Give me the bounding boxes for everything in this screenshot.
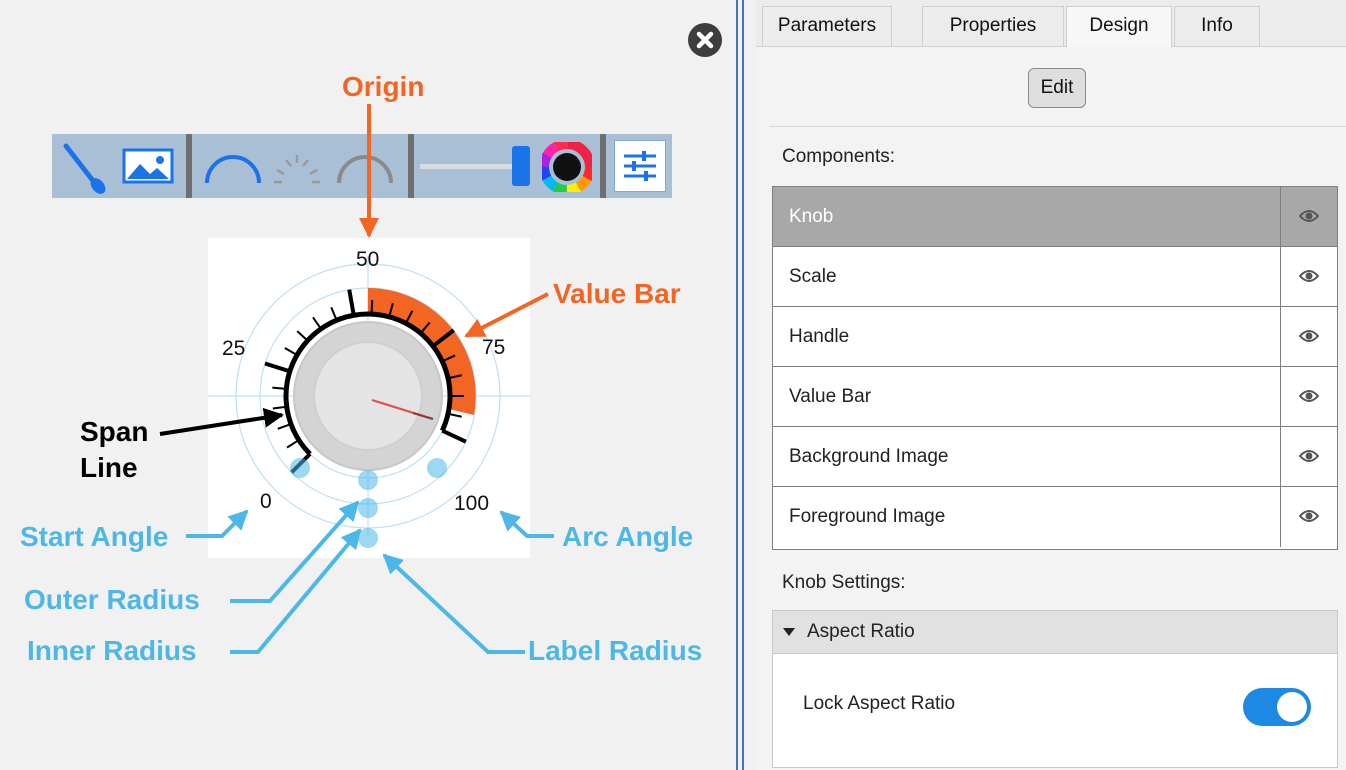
component-name: Value Bar <box>789 386 872 407</box>
callout-value-bar: Value Bar <box>553 278 681 309</box>
eye-icon <box>1299 270 1319 282</box>
component-row-background-image[interactable]: Background Image <box>773 427 1337 487</box>
component-row-knob[interactable]: Knob <box>773 187 1337 247</box>
visibility-toggle[interactable] <box>1281 187 1337 247</box>
aspect-ratio-section: Aspect Ratio Lock Aspect Ratio <box>772 610 1338 768</box>
toggle-knob <box>1277 692 1307 722</box>
knob-editor-canvas: 50 25 75 0 100 Origin Value Bar Span Lin… <box>0 0 736 770</box>
visibility-toggle[interactable] <box>1281 427 1337 487</box>
component-name: Background Image <box>789 446 949 467</box>
eye-icon <box>1299 330 1319 342</box>
component-name: Foreground Image <box>789 506 946 527</box>
aspect-ratio-header[interactable]: Aspect Ratio <box>773 611 1337 654</box>
callout-arc-angle: Arc Angle <box>562 521 693 552</box>
component-row-foreground-image[interactable]: Foreground Image <box>773 487 1337 547</box>
tab-parameters[interactable]: Parameters <box>762 6 892 46</box>
divider <box>770 126 1346 127</box>
callout-outer-radius: Outer Radius <box>24 584 200 615</box>
callout-inner-radius: Inner Radius <box>27 635 197 666</box>
caret-down-icon <box>783 628 795 636</box>
eye-icon <box>1299 450 1319 462</box>
design-panel: Parameters Properties Design Info Edit C… <box>756 0 1346 770</box>
tab-bar: Parameters Properties Design Info <box>756 0 1346 47</box>
lock-aspect-ratio-toggle[interactable] <box>1243 688 1311 726</box>
callout-span-line-2: Line <box>80 452 138 483</box>
eye-icon <box>1299 390 1319 402</box>
visibility-toggle[interactable] <box>1281 247 1337 307</box>
edit-button[interactable]: Edit <box>1028 68 1086 108</box>
component-row-handle[interactable]: Handle <box>773 307 1337 367</box>
component-name: Scale <box>789 266 837 287</box>
tab-design[interactable]: Design <box>1066 6 1172 47</box>
component-name: Knob <box>789 206 834 227</box>
callout-label-radius: Label Radius <box>528 635 702 666</box>
knob-callouts: Origin Value Bar Span Line Start Angle A… <box>20 71 702 666</box>
components-table: Knob Scale Handle Value Bar Background I… <box>772 186 1338 550</box>
aspect-ratio-title: Aspect Ratio <box>807 621 915 642</box>
callout-origin: Origin <box>342 71 424 102</box>
knob-settings-label: Knob Settings: <box>782 572 906 593</box>
lock-aspect-ratio-label: Lock Aspect Ratio <box>803 693 956 714</box>
tab-info[interactable]: Info <box>1174 6 1260 46</box>
eye-icon <box>1299 510 1319 522</box>
component-name: Handle <box>789 326 850 347</box>
visibility-toggle[interactable] <box>1281 307 1337 367</box>
components-label: Components: <box>782 146 896 167</box>
visibility-toggle[interactable] <box>1281 487 1337 547</box>
component-row-scale[interactable]: Scale <box>773 247 1337 307</box>
eye-icon <box>1299 210 1319 222</box>
visibility-toggle[interactable] <box>1281 367 1337 427</box>
tab-properties[interactable]: Properties <box>922 6 1064 46</box>
callout-start-angle: Start Angle <box>20 521 168 552</box>
component-row-value-bar[interactable]: Value Bar <box>773 367 1337 427</box>
callout-span-line-1: Span <box>80 416 148 447</box>
panel-splitter[interactable] <box>736 0 756 770</box>
